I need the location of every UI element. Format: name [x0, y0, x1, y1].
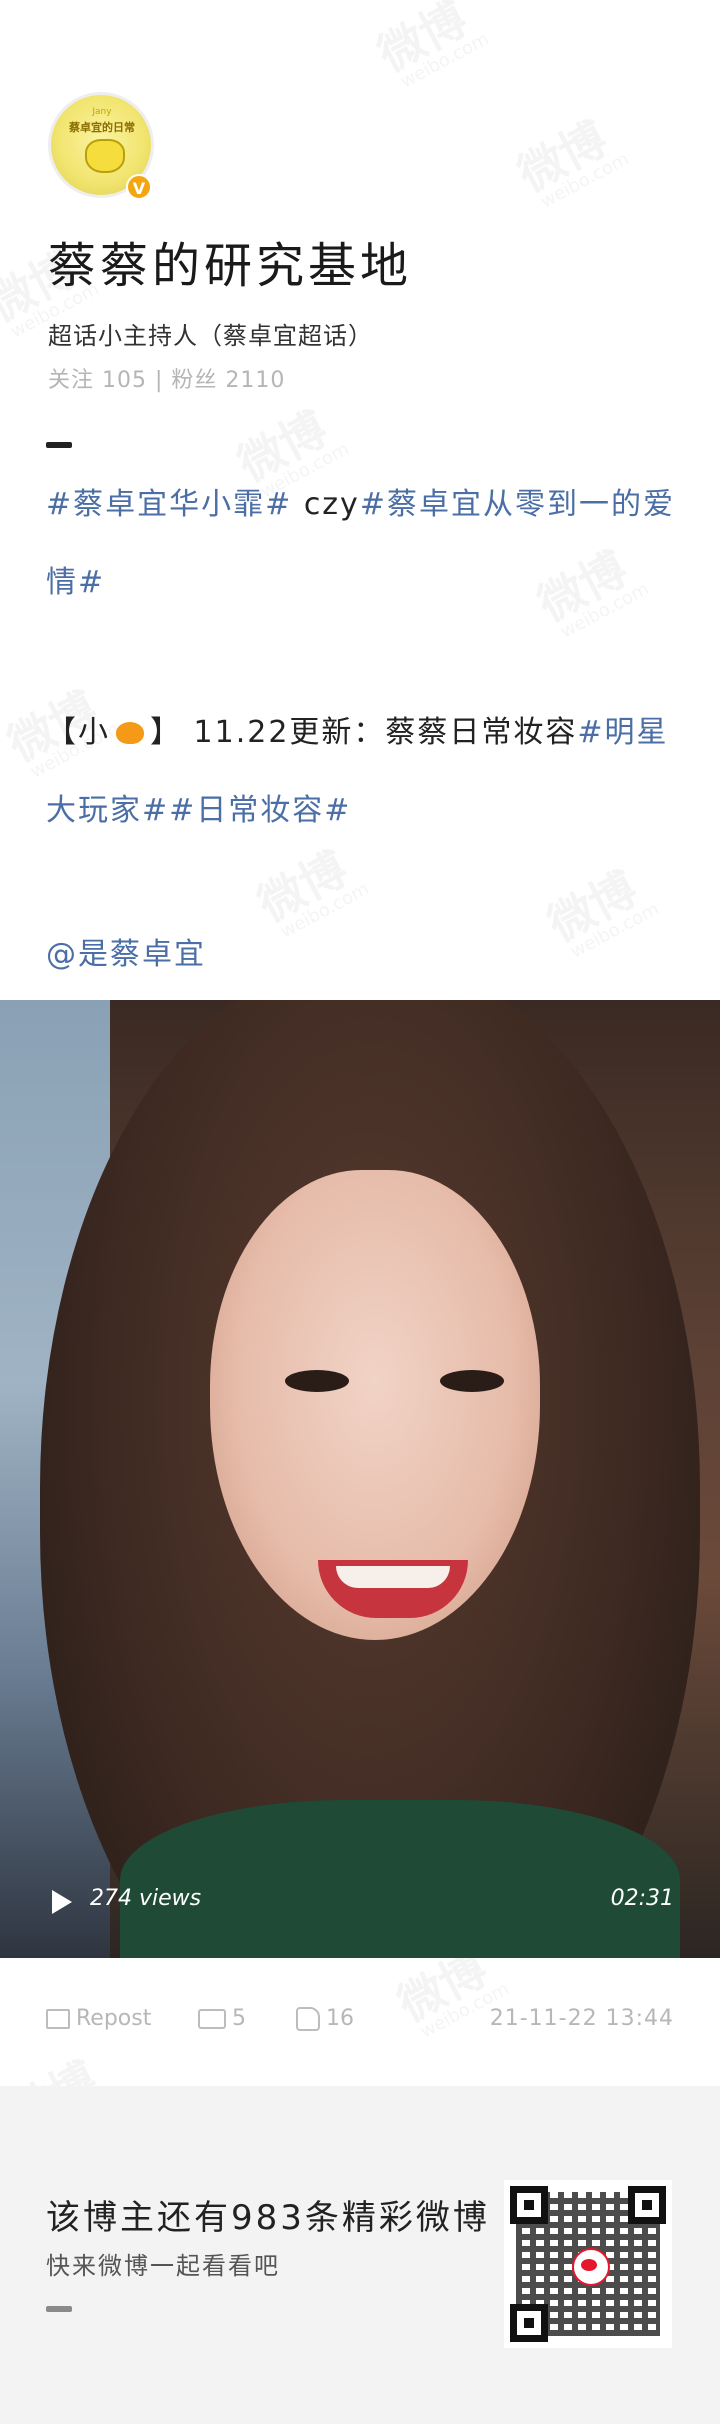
repost-label: Repost — [76, 2006, 152, 2031]
post-timestamp: 21-11-22 13:44 — [489, 2006, 674, 2031]
qr-finder — [510, 2304, 548, 2342]
orange-emoji-icon — [116, 722, 144, 744]
footer-subtitle: 快来微博一起看看吧 — [46, 2252, 280, 2280]
divider — [46, 2306, 72, 2312]
video-player[interactable] — [0, 1000, 720, 1958]
hashtag-link[interactable]: #日常妆容# — [169, 793, 351, 828]
video-frame-eye — [285, 1370, 349, 1392]
footer-promo: 该博主还有983条精彩微博 快来微博一起看看吧 — [0, 2086, 720, 2424]
post-text: 【小 — [46, 715, 110, 750]
profile-name[interactable]: 蔡蔡的研究基地 — [48, 226, 412, 296]
post-mention-line: @是蔡卓宜 — [46, 916, 676, 994]
profile-stats: 关注 105 | 粉丝 2110 — [48, 368, 286, 393]
divider — [46, 442, 72, 448]
repost-button[interactable]: Repost — [46, 2006, 151, 2031]
mascot-icon — [85, 139, 125, 173]
weibo-logo-icon — [572, 2248, 610, 2286]
like-count: 16 — [326, 2006, 354, 2031]
video-frame-teeth — [336, 1566, 450, 1588]
qr-finder — [628, 2186, 666, 2224]
play-icon[interactable] — [52, 1890, 72, 1914]
video-frame-eye — [440, 1370, 504, 1392]
qr-finder — [510, 2186, 548, 2224]
footer-title: 该博主还有983条精彩微博 — [46, 2198, 490, 2238]
mention-link[interactable]: @是蔡卓宜 — [46, 937, 206, 972]
like-button[interactable]: 16 — [296, 2006, 354, 2031]
comment-icon — [198, 2009, 226, 2029]
avatar-badge-text: 蔡卓宜的日常 — [69, 121, 135, 134]
comment-button[interactable]: 5 — [198, 2006, 246, 2031]
repost-icon — [46, 2009, 70, 2029]
action-bar: Repost 5 16 21-11-22 13:44 — [0, 1958, 720, 2086]
post-text: 】 11.22更新：蔡蔡日常妆容 — [150, 715, 578, 750]
post-text: czy — [292, 487, 360, 522]
post-text-line1: #蔡卓宜华小霏# czy#蔡卓宜从零到一的爱情# — [46, 466, 676, 622]
verified-badge-icon: V — [126, 174, 152, 200]
comment-count: 5 — [232, 2006, 246, 2031]
hashtag-link[interactable]: #蔡卓宜华小霏# — [46, 487, 292, 522]
post-text-line2: 【小】 11.22更新：蔡蔡日常妆容#明星大玩家##日常妆容# — [46, 694, 676, 850]
thumbs-up-icon — [296, 2007, 320, 2031]
video-duration: 02:31 — [610, 1886, 674, 1911]
qr-code[interactable] — [504, 2180, 672, 2348]
video-views: 274 views — [90, 1886, 202, 1911]
profile-header: Jany 蔡卓宜的日常 V 蔡蔡的研究基地 超话小主持人（蔡卓宜超话） 关注 1… — [0, 0, 720, 1000]
avatar-text: Jany — [92, 107, 112, 117]
video-frame-shirt — [120, 1800, 680, 1958]
profile-role: 超话小主持人（蔡卓宜超话） — [48, 322, 373, 350]
